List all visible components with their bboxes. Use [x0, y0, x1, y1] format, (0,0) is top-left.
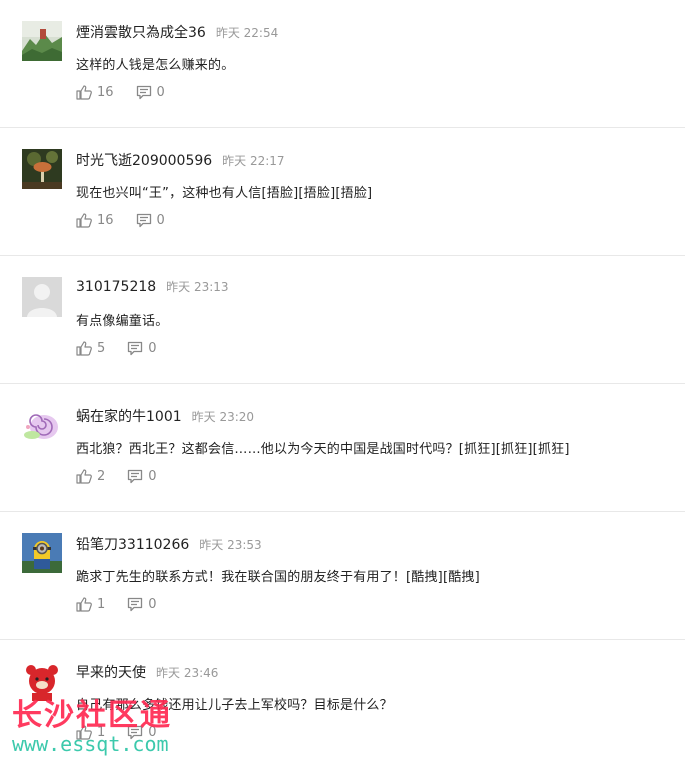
comment-item: 时光飞逝209000596 昨天 22:17 现在也兴叫“王”，这种也有人信[捂脸… [0, 128, 685, 256]
comment-text: 跪求丁先生的联系方式！我在联合国的朋友终于有用了！[酷拽][酷拽] [76, 570, 480, 585]
comment-item: 铅笔刀33110266 昨天 23:53 跪求丁先生的联系方式！我在联合国的朋友终… [0, 512, 685, 640]
username[interactable]: 铅笔刀33110266 昨天 23:53 [76, 534, 262, 554]
avatar[interactable] [22, 149, 62, 189]
timestamp: 昨天 23:20 [191, 410, 255, 424]
reply-count: 0 [156, 85, 165, 100]
like-button[interactable]: 16 [76, 213, 114, 228]
watermark-name: 长沙社区通 [12, 698, 172, 733]
timestamp: 昨天 23:53 [199, 538, 262, 552]
username[interactable]: 310175218 昨天 23:13 [76, 278, 229, 295]
reply-button[interactable]: 0 [136, 213, 165, 228]
comment-text: 西北狼？西北王？这都会信……他以为今天的中国是战国时代吗？[抓狂][抓狂][抓狂… [76, 442, 570, 457]
username[interactable]: 煙消雲散只為成全36 昨天 22:54 [76, 22, 278, 42]
reply-count: 0 [156, 213, 165, 228]
like-button[interactable]: 16 [76, 85, 114, 100]
comment-icon [128, 597, 143, 612]
like-button[interactable]: 5 [76, 341, 105, 356]
timestamp: 昨天 22:54 [215, 26, 279, 40]
username[interactable]: 时光飞逝209000596 昨天 22:17 [76, 150, 285, 170]
thumbs-up-icon [76, 213, 92, 228]
avatar[interactable] [22, 533, 62, 573]
comment-item: 煙消雲散只為成全36 昨天 22:54 这样的人钱是怎么赚来的。 16 0 [0, 0, 685, 128]
thumbs-up-icon [76, 597, 92, 612]
comment-icon [136, 213, 151, 228]
comment-icon [128, 341, 143, 356]
reply-button[interactable]: 0 [127, 597, 157, 612]
timestamp: 昨天 23:46 [156, 666, 219, 680]
reply-count: 0 [148, 469, 157, 484]
username[interactable]: 蜗在家的牛1001 昨天 23:20 [76, 406, 254, 426]
comment-icon [136, 85, 151, 100]
avatar[interactable] [22, 405, 62, 445]
like-count: 2 [97, 469, 106, 484]
like-count: 16 [97, 85, 114, 100]
site-watermark: 长沙社区通 www.essqt.com [12, 690, 172, 756]
timestamp: 昨天 22:17 [222, 154, 285, 168]
avatar[interactable] [22, 277, 62, 317]
username[interactable]: 早来的天使 昨天 23:46 [76, 662, 218, 682]
avatar[interactable] [22, 21, 62, 61]
comment-text: 现在也兴叫“王”，这种也有人信[捂脸][捂脸][捂脸] [76, 186, 373, 201]
comment-item: 310175218 昨天 23:13 有点像编童话。 5 0 [0, 256, 685, 384]
reply-button[interactable]: 0 [127, 341, 157, 356]
watermark-url: www.essqt.com [12, 732, 169, 756]
like-button[interactable]: 1 [76, 597, 105, 612]
like-count: 1 [97, 597, 106, 612]
reply-button[interactable]: 0 [127, 469, 157, 484]
comment-icon [128, 469, 143, 484]
reply-button[interactable]: 0 [136, 85, 165, 100]
timestamp: 昨天 23:13 [166, 280, 229, 294]
thumbs-up-icon [76, 469, 92, 484]
comment-text: 有点像编童话。 [76, 314, 169, 329]
like-count: 16 [97, 213, 114, 228]
comment-item: 蜗在家的牛1001 昨天 23:20 西北狼？西北王？这都会信……他以为今天的中国… [0, 384, 685, 512]
thumbs-up-icon [76, 85, 92, 100]
thumbs-up-icon [76, 341, 92, 356]
reply-count: 0 [148, 341, 157, 356]
like-count: 5 [97, 341, 106, 356]
reply-count: 0 [148, 597, 157, 612]
comment-text: 这样的人钱是怎么赚来的。 [76, 58, 235, 73]
like-button[interactable]: 2 [76, 469, 105, 484]
